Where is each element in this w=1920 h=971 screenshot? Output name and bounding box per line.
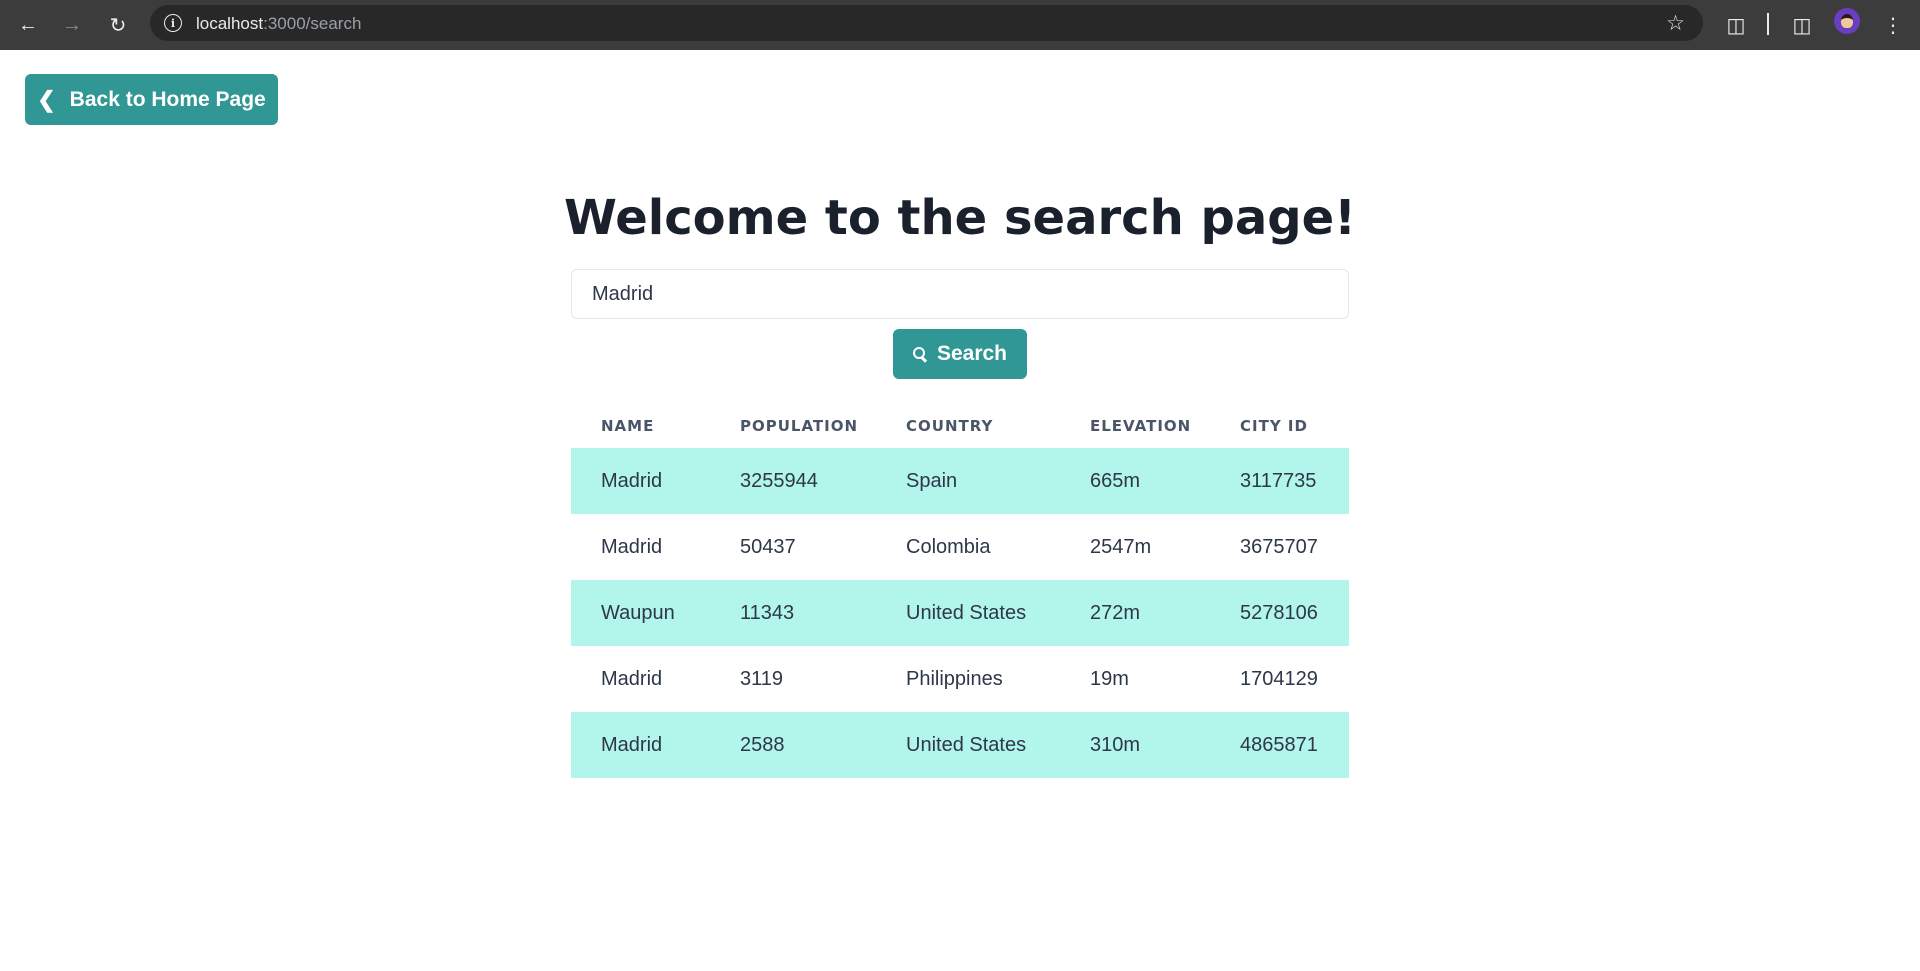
url-path: :3000/search [263,14,362,33]
header-population: POPULATION [740,417,859,435]
results-table: NAME POPULATION COUNTRY ELEVATION CITY I… [571,404,1349,778]
cell-country: Spain [876,448,1060,514]
cell-elevation: 2547m [1090,535,1152,558]
cell-population: 50437 [740,535,796,558]
site-info-icon[interactable]: i [164,14,182,32]
cell-population: 2588 [710,712,876,778]
cell-city-id: 4865871 [1210,712,1349,778]
cell-name: Madrid [601,667,663,690]
back-to-home-label: Back to Home Page [69,87,266,111]
page-title: Welcome to the search page! [563,190,1357,246]
table-row: Madrid 2588 United States 310m 4865871 [571,712,1349,778]
side-panel-icon[interactable]: ◫ [1786,9,1818,41]
header-elevation: ELEVATION [1090,417,1192,435]
cell-population: 11343 [710,580,876,646]
extensions-icon[interactable]: ◫ [1720,9,1752,41]
header-city-id: CITY ID [1240,417,1308,435]
cell-population: 3119 [740,667,784,690]
search-button-label: Search [936,342,1008,365]
table-row: Madrid 3119 Philippines 19m 1704129 [571,646,1349,712]
cell-name: Madrid [571,712,710,778]
cell-city-id: 1704129 [1240,667,1318,690]
cell-elevation: 310m [1060,712,1210,778]
header-name: NAME [601,417,655,435]
back-to-home-button[interactable]: ❮ Back to Home Page [25,74,278,125]
cell-city-id: 5278106 [1210,580,1349,646]
avatar-face-icon [1841,14,1853,28]
forward-arrow-icon[interactable]: → [56,9,88,41]
url-host: localhost [196,14,264,33]
cell-name: Waupun [571,580,710,646]
cell-name: Madrid [571,448,710,514]
cell-elevation: 665m [1060,448,1210,514]
profile-avatar[interactable] [1834,8,1860,34]
table-header-row: NAME POPULATION COUNTRY ELEVATION CITY I… [571,404,1349,448]
header-country: COUNTRY [906,417,994,435]
chevron-left-icon: ❮ [37,86,56,112]
toolbar-separator [1767,13,1769,35]
cell-elevation: 19m [1090,667,1129,690]
address-bar[interactable]: i localhost:3000/search ☆ [150,5,1703,41]
cell-country: United States [876,712,1060,778]
cell-name: Madrid [601,535,663,558]
cell-city-id: 3117735 [1210,448,1349,514]
search-button[interactable]: Search [893,329,1027,379]
reload-icon[interactable]: ↻ [102,9,134,41]
address-url[interactable]: localhost:3000/search [196,14,361,34]
bookmark-star-icon[interactable]: ☆ [1666,11,1685,36]
search-icon [912,347,927,361]
search-input[interactable] [571,269,1349,319]
cell-country: Colombia [906,535,991,558]
menu-kebab-icon[interactable]: ⋮ [1877,9,1909,41]
table-row: Waupun 11343 United States 272m 5278106 [571,580,1349,646]
back-arrow-icon[interactable]: ← [12,9,44,41]
cell-country: Philippines [906,667,1003,690]
cell-country: United States [876,580,1060,646]
table-row: Madrid 3255944 Spain 665m 3117735 [571,448,1349,514]
cell-city-id: 3675707 [1240,535,1318,558]
table-row: Madrid 50437 Colombia 2547m 3675707 [571,514,1349,580]
browser-toolbar: ← → ↻ i localhost:3000/search ☆ ◫ ◫ ⋮ [0,0,1920,50]
cell-elevation: 272m [1060,580,1210,646]
cell-population: 3255944 [710,448,876,514]
